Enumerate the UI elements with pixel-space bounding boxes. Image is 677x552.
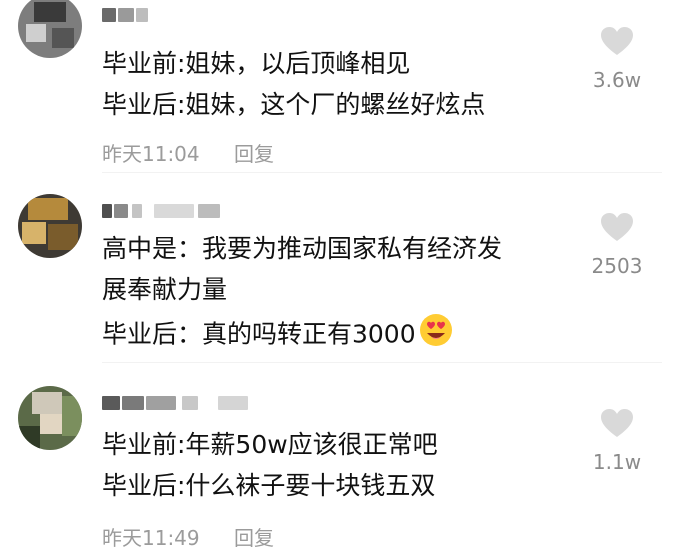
divider	[102, 362, 662, 363]
comment-meta: 昨天11:49 回复	[102, 522, 274, 551]
comment-line: 高中是：我要为推动国家私有经济发	[102, 234, 503, 263]
heart-icon	[601, 409, 633, 437]
heart-icon	[601, 213, 633, 241]
divider	[102, 172, 662, 173]
timestamp: 昨天11:04	[102, 142, 200, 166]
comment-meta: 昨天11:04 回复	[102, 138, 274, 167]
like-button[interactable]: 2503	[588, 212, 646, 278]
like-count: 1.1w	[592, 450, 642, 474]
comment-line: 毕业后:什么袜子要十块钱五双	[102, 471, 436, 500]
reply-button[interactable]: 回复	[234, 138, 274, 167]
comment-line: 毕业后：真的吗转正有3000	[102, 312, 454, 359]
like-count: 2503	[591, 254, 643, 278]
heart-icon	[601, 27, 633, 55]
avatar[interactable]	[18, 386, 82, 450]
comment-line: 展奉献力量	[102, 275, 228, 304]
avatar[interactable]	[18, 0, 82, 58]
like-count: 3.6w	[592, 68, 642, 92]
like-button[interactable]: 1.1w	[588, 408, 646, 474]
comment-line: 毕业前:年薪50w应该很正常吧	[102, 430, 438, 459]
heart-eyes-emoji	[418, 312, 454, 359]
avatar[interactable]	[18, 194, 82, 258]
like-button[interactable]: 3.6w	[588, 26, 646, 92]
comment-line-text: 毕业后：真的吗转正有3000	[102, 319, 416, 349]
comment-line: 毕业后:姐妹，这个厂的螺丝好炫点	[102, 90, 486, 119]
reply-button[interactable]: 回复	[234, 522, 274, 551]
timestamp: 昨天11:49	[102, 526, 200, 550]
comment-line: 毕业前:姐妹，以后顶峰相见	[102, 49, 411, 78]
